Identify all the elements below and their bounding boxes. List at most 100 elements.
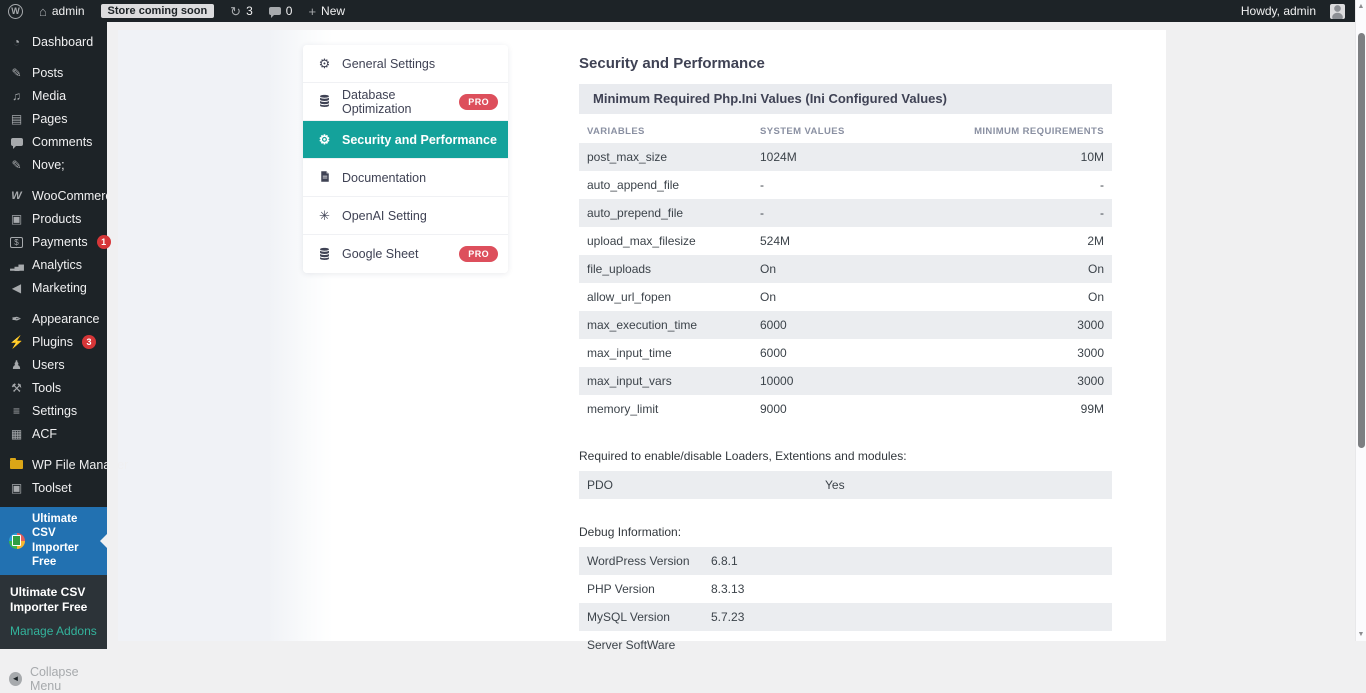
table-cell: Yes xyxy=(825,478,1104,492)
sidebar-item-media[interactable]: ♫Media xyxy=(0,84,107,107)
tab-documentation[interactable]: Documentation xyxy=(303,159,508,197)
sidebar-item-wp-file-manager[interactable]: WP File Manager xyxy=(0,453,107,476)
table-row: max_execution_time60003000 xyxy=(579,311,1112,339)
sidebar-item-nove[interactable]: ✎Nove; xyxy=(0,153,107,176)
tab-security-and-performance[interactable]: ⚙Security and Performance xyxy=(303,121,508,159)
sidebar-item-marketing[interactable]: ◀Marketing xyxy=(0,276,107,299)
sidebar-item-dashboard[interactable]: ◔Dashboard xyxy=(0,30,107,53)
plus-icon: + xyxy=(308,5,316,18)
sidebar-item-analytics[interactable]: ▂▄▆Analytics xyxy=(0,253,107,276)
user-icon: ♟ xyxy=(9,359,24,371)
table-cell: auto_prepend_file xyxy=(587,206,760,220)
tab-general-settings[interactable]: ⚙General Settings xyxy=(303,45,508,83)
tab-database-optimization[interactable]: Database OptimizationPRO xyxy=(303,83,508,121)
debug-table: WordPress Version6.8.1PHP Version8.3.13M… xyxy=(579,547,1112,659)
sidebar-item-label: Pages xyxy=(32,112,67,126)
wordpress-logo-menu[interactable]: W xyxy=(0,0,31,22)
table-cell: On xyxy=(760,262,1088,276)
tab-openai-setting[interactable]: ✳OpenAI Setting xyxy=(303,197,508,235)
gear-icon: ⚙ xyxy=(317,133,332,146)
site-name-menu[interactable]: ⌂ admin xyxy=(31,0,93,22)
sidebar-item-woocommerce[interactable]: WWooCommerce xyxy=(0,184,107,207)
debug-label: Debug Information: xyxy=(579,525,1112,539)
sidebar-item-tools[interactable]: ⚒Tools xyxy=(0,376,107,399)
table-cell: 8.3.13 xyxy=(711,582,1104,596)
table-row: max_input_time60003000 xyxy=(579,339,1112,367)
sidebar-item-plugins[interactable]: ⚡Plugins3 xyxy=(0,330,107,353)
sidebar-item-label: WooCommerce xyxy=(32,189,119,203)
scrollbar-thumb[interactable] xyxy=(1358,33,1365,448)
table-cell: allow_url_fopen xyxy=(587,290,760,304)
sidebar-item-pages[interactable]: ▤Pages xyxy=(0,107,107,130)
table-cell: 5.7.23 xyxy=(711,610,1104,624)
table-row: Server SoftWare xyxy=(579,631,1112,659)
table-row: PDOYes xyxy=(579,471,1112,499)
sidebar-item-users[interactable]: ♟Users xyxy=(0,353,107,376)
dashboard-icon: ◔ xyxy=(9,36,24,48)
table-row: post_max_size1024M10M xyxy=(579,143,1112,171)
comments-menu[interactable]: 0 xyxy=(261,0,301,22)
table-cell: - xyxy=(760,178,1100,192)
sidebar-item-payments[interactable]: $Payments1 xyxy=(0,230,107,253)
pro-badge: PRO xyxy=(459,246,498,262)
csv-importer-logo-icon xyxy=(9,533,25,549)
new-content-menu[interactable]: + New xyxy=(300,0,353,22)
tab-google-sheet[interactable]: Google Sheet PRO xyxy=(303,235,508,273)
collapse-menu-button[interactable]: ◄ Collapse Menu xyxy=(0,665,107,693)
sidebar-item-label: Tools xyxy=(32,381,61,395)
sidebar-item-posts[interactable]: ✎Posts xyxy=(0,61,107,84)
table-cell: upload_max_filesize xyxy=(587,234,760,248)
sidebar-item-comments[interactable]: Comments xyxy=(0,130,107,153)
table-row: upload_max_filesize524M2M xyxy=(579,227,1112,255)
home-icon: ⌂ xyxy=(39,5,47,18)
updates-menu[interactable]: ↻ 3 xyxy=(222,0,261,22)
sidebar-group: ✎Posts♫Media▤PagesComments✎Nove; xyxy=(0,61,107,176)
table-row: auto_append_file-- xyxy=(579,171,1112,199)
comment-icon xyxy=(9,136,24,148)
table-cell: 6000 xyxy=(760,346,1077,360)
table-cell: On xyxy=(1088,290,1104,304)
table-cell: max_execution_time xyxy=(587,318,760,332)
sidebar-item-label: Appearance xyxy=(32,312,99,326)
scroll-up-icon[interactable]: ▲ xyxy=(1356,3,1366,10)
sidebar-item-label: Marketing xyxy=(32,281,87,295)
user-avatar[interactable] xyxy=(1330,4,1345,19)
sidebar-item-label: ACF xyxy=(32,427,57,441)
store-coming-soon-badge[interactable]: Store coming soon xyxy=(93,0,223,22)
ini-table-header: VARIABLES SYSTEM VALUES MINIMUM REQUIREM… xyxy=(579,119,1112,143)
table-row: WordPress Version6.8.1 xyxy=(579,547,1112,575)
table-cell: On xyxy=(760,290,1088,304)
sidebar-group: WP File Manager▣Toolset xyxy=(0,453,107,499)
scroll-down-icon[interactable]: ▼ xyxy=(1356,631,1366,638)
vertical-scrollbar[interactable]: ▲ ▼ xyxy=(1355,0,1366,641)
loaders-label: Required to enable/disable Loaders, Exte… xyxy=(579,449,1112,463)
sidebar-item-products[interactable]: ▣Products xyxy=(0,207,107,230)
table-cell: PHP Version xyxy=(587,582,711,596)
submenu-item-ultimate-csv-importer[interactable]: Ultimate CSV Importer Free xyxy=(0,583,107,620)
sidebar-group: WWooCommerce▣Products$Payments1▂▄▆Analyt… xyxy=(0,184,107,299)
sidebar-item-ultimate-csv-importer[interactable]: Ultimate CSV Importer Free xyxy=(0,507,107,575)
table-cell: 2M xyxy=(1087,234,1104,248)
table-cell: auto_append_file xyxy=(587,178,760,192)
sidebar-item-appearance[interactable]: ✒Appearance xyxy=(0,307,107,330)
sidebar-item-label: Settings xyxy=(32,404,77,418)
sidebar-item-label: Payments xyxy=(32,235,88,249)
table-cell: max_input_time xyxy=(587,346,760,360)
sidebar-item-toolset[interactable]: ▣Toolset xyxy=(0,476,107,499)
sidebar-item-label: Ultimate CSV Importer Free xyxy=(32,512,103,570)
tab-label: OpenAI Setting xyxy=(342,209,427,223)
tab-label: Google Sheet xyxy=(342,247,418,261)
howdy-menu[interactable]: Howdy, admin xyxy=(1233,0,1324,22)
admin-bar: W ⌂ admin Store coming soon ↻ 3 0 + New … xyxy=(0,0,1355,22)
table-cell: 10M xyxy=(1081,150,1104,164)
sidebar-item-acf[interactable]: ▦ACF xyxy=(0,422,107,445)
sidebar-item-label: Products xyxy=(32,212,81,226)
sidebar-item-settings[interactable]: ≡Settings xyxy=(0,399,107,422)
section-header: Minimum Required Php.Ini Values (Ini Con… xyxy=(579,84,1112,114)
table-cell: 10000 xyxy=(760,374,1077,388)
table-cell: max_input_vars xyxy=(587,374,760,388)
sidebar-group: ✒Appearance⚡Plugins3♟Users⚒Tools≡Setting… xyxy=(0,307,107,445)
table-cell: Server SoftWare xyxy=(587,638,711,652)
table-cell: - xyxy=(1100,178,1104,192)
submenu-item-manage-addons[interactable]: Manage Addons xyxy=(0,620,107,640)
